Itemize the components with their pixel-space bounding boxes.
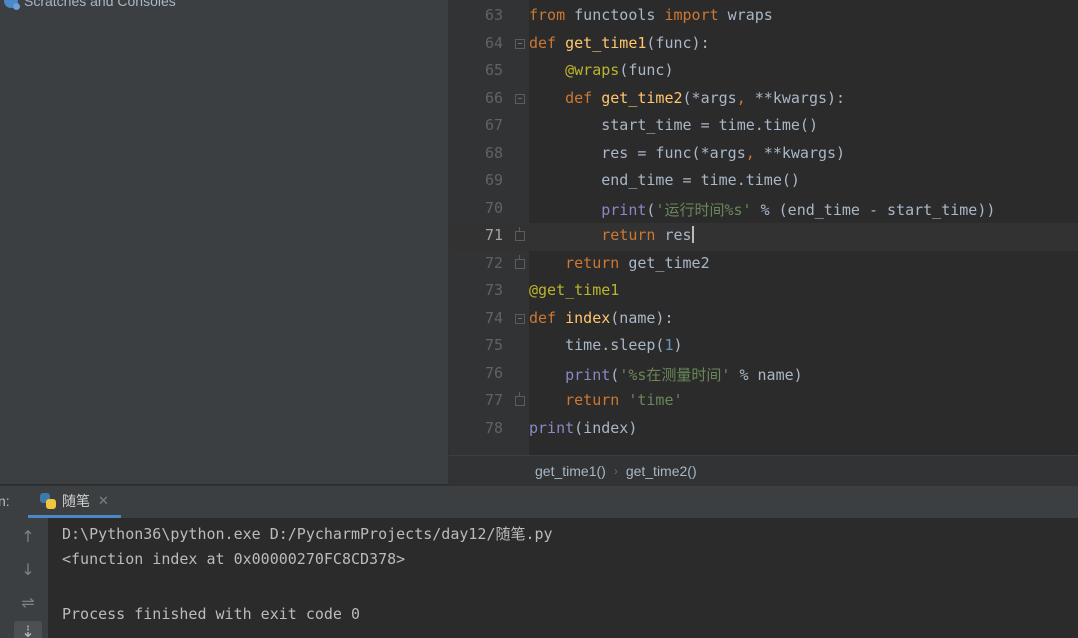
code-line[interactable]: 69 end_time = time.time() [449,168,1078,196]
line-number: 74 [484,309,503,327]
code-text: def get_time2(*args, **kwargs): [565,89,846,107]
code-line[interactable]: 73 @get_time1 [449,278,1078,306]
code-text: return 'time' [565,391,683,409]
line-number: 70 [484,199,503,217]
line-number: 63 [484,6,503,24]
fold-marker-icon[interactable] [515,392,525,406]
run-label: n: [0,493,10,509]
code-editor[interactable]: 63 from functools import wraps 64 def ge… [449,0,1078,455]
code-text: print('运行时间%s' % (end_time - start_time)… [601,201,996,219]
line-number: 64 [484,34,503,52]
line-number: 65 [484,61,503,79]
code-line[interactable]: 66 def get_time2(*args, **kwargs): [449,86,1078,114]
scratches-icon [4,0,20,10]
line-number: 77 [484,391,503,409]
line-number: 67 [484,116,503,134]
pycharm-window: Scratches and Consoles 63 from functools… [0,0,1078,638]
breadcrumb: get_time1() › get_time2() [449,455,1078,485]
breadcrumb-item-get-time2[interactable]: get_time2() [622,463,701,479]
arrow-down-icon[interactable]: ↓ [14,559,42,581]
code-text: end_time = time.time() [529,171,800,189]
fold-marker-icon[interactable] [515,39,525,49]
code-line[interactable]: 63 from functools import wraps [449,3,1078,31]
soft-wrap-icon[interactable]: ⇌ [14,592,42,614]
console-line: <function index at 0x00000270FC8CD378> [62,550,406,568]
fold-marker-icon[interactable] [515,94,525,104]
breadcrumb-item-get-time1[interactable]: get_time1() [531,463,610,479]
code-text: start_time = time.time() [529,116,818,134]
code-line[interactable]: 76 print('%s在测量时间' % name) [449,361,1078,389]
code-line[interactable]: 75 time.sleep(1) [449,333,1078,361]
line-number: 69 [484,171,503,189]
code-text: @wraps(func) [565,61,674,79]
close-icon[interactable]: ✕ [98,493,109,509]
fold-marker-icon[interactable] [515,255,525,269]
code-line[interactable]: 72 return get_time2 [449,251,1078,279]
code-line[interactable]: 78 print(index) [449,416,1078,444]
code-text: print(index) [529,419,638,437]
line-number: 71 [484,226,503,244]
code-line[interactable]: 68 res = func(*args, **kwargs) [449,141,1078,169]
scratches-and-consoles-item[interactable]: Scratches and Consoles [4,0,176,10]
scratches-label: Scratches and Consoles [24,0,176,9]
console-line: D:\Python36\python.exe D:/PycharmProject… [62,525,553,543]
fold-marker-icon[interactable] [515,227,525,241]
python-icon [40,492,56,509]
run-toolbar: ↑ ↓ ⇌ ⇣ [0,518,48,638]
code-line[interactable]: 74 def index(name): [449,306,1078,334]
line-number: 72 [484,254,503,272]
code-text: time.sleep(1) [529,336,683,354]
chevron-right-icon: › [613,463,618,478]
line-number: 76 [484,364,503,382]
console-line: Process finished with exit code 0 [62,605,361,623]
run-tab-label: 随笔 [62,492,90,509]
text-caret [691,226,694,243]
run-tool-window-header: n: 随笔 ✕ [0,485,1078,519]
code-line[interactable]: 67 start_time = time.time() [449,113,1078,141]
line-number: 73 [484,281,503,299]
project-panel: Scratches and Consoles [0,0,449,484]
fold-marker-icon[interactable] [515,314,525,324]
code-text: res = func(*args, **kwargs) [529,144,846,162]
run-tab[interactable]: 随笔 ✕ [28,486,121,518]
code-text: from functools import wraps [529,6,773,24]
code-text: @get_time1 [529,281,620,299]
code-line[interactable]: 65 @wraps(func) [449,58,1078,86]
code-line[interactable]: 77 return 'time' [449,388,1078,416]
code-text: return get_time2 [565,254,710,272]
code-text: return res [601,226,694,244]
code-text: def index(name): [529,309,674,327]
scroll-to-end-icon[interactable]: ⇣ [14,621,42,638]
code-line[interactable]: 64 def get_time1(func): [449,31,1078,59]
line-number: 78 [484,419,503,437]
line-number: 68 [484,144,503,162]
code-line[interactable]: 70 print('运行时间%s' % (end_time - start_ti… [449,196,1078,224]
run-console[interactable]: D:\Python36\python.exe D:/PycharmProject… [49,518,1078,638]
code-text: def get_time1(func): [529,34,710,52]
line-number: 75 [484,336,503,354]
code-text: print('%s在测量时间' % name) [565,366,803,384]
line-number: 66 [484,89,503,107]
arrow-up-icon[interactable]: ↑ [14,526,42,548]
current-code-line[interactable]: 71 return res [449,223,1078,251]
